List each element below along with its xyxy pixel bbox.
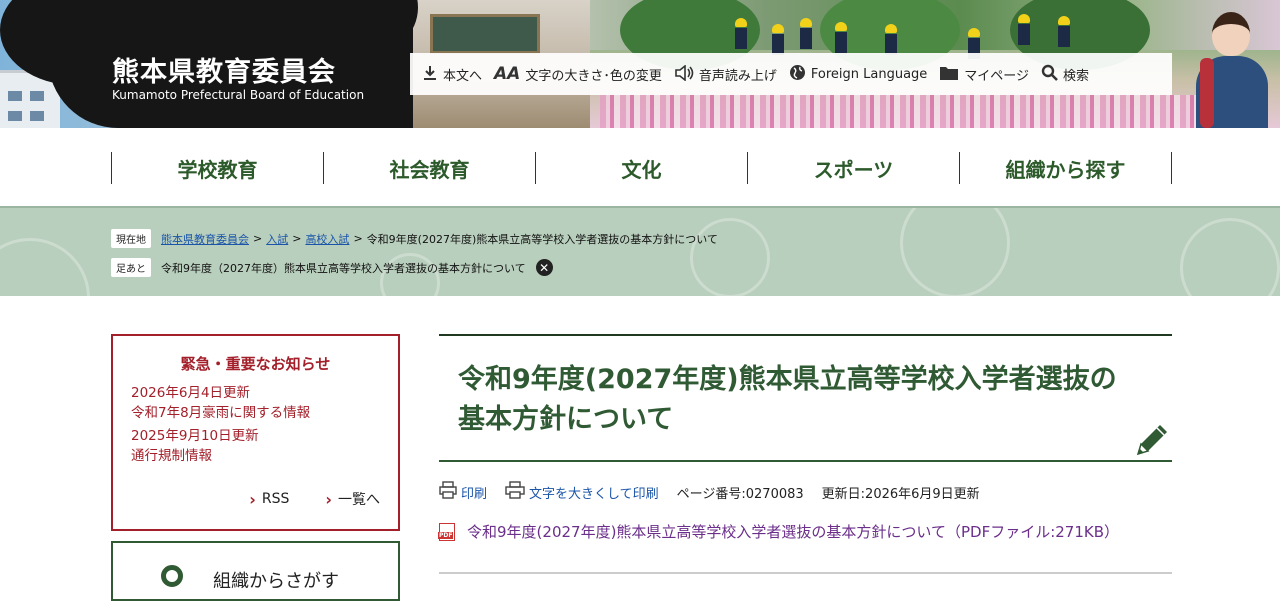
student-figure [772,24,784,55]
notice-text: 通行規制情報 [131,448,212,464]
student-figure [835,22,847,53]
student-figure [800,18,812,49]
breadcrumb-link-high-school-exam[interactable]: 高校入試 [305,231,349,247]
org-search-label: 組織からさがす [213,571,339,592]
read-aloud-link[interactable]: 音声読み上げ [674,63,777,84]
speaker-icon [674,63,694,84]
notice-date: 2025年9月10日更新 [131,428,259,444]
page-title: 令和9年度(2027年度)熊本県立高等学校入学者選抜の基本方針について [458,364,1117,435]
search-link[interactable]: 検索 [1041,64,1089,84]
page-title-box: 令和9年度(2027年度)熊本県立高等学校入学者選抜の基本方針について [439,334,1172,462]
download-icon [422,65,438,84]
divider [439,572,1172,574]
notice-links: › RSS › 一覧へ [249,489,380,509]
nav-search-by-organization[interactable]: 組織から探す [959,152,1172,184]
nav-sports[interactable]: スポーツ [747,152,959,184]
breadcrumb-current: 令和9年度(2027年度)熊本県立高等学校入学者選抜の基本方針について [366,232,718,246]
font-size-color-link[interactable]: AA 文字の大きさ･色の変更 [494,65,662,84]
emergency-notice-box: 緊急・重要なお知らせ 2026年6月4日更新 令和7年8月豪雨に関する情報 20… [111,334,400,531]
chevron-right-icon: › [325,489,332,509]
nav-culture[interactable]: 文化 [535,152,747,184]
pdf-icon [438,522,455,541]
nav-social-education[interactable]: 社会教育 [323,152,535,184]
student-figure [1058,16,1070,47]
printer-icon [439,481,457,503]
breadcrumb-separator: > [353,232,363,245]
breadcrumb-separator: > [292,232,302,245]
utility-label: 検索 [1063,68,1090,84]
search-icon [161,565,183,587]
footprint: 足あと 令和9年度（2027年度）熊本県立高等学校入学者選抜の基本方針について … [111,258,553,277]
search-icon [1041,64,1058,84]
breadcrumb-band: 現在地 熊本県教育委員会 > 入試 > 高校入試 > 令和9年度(2027年度)… [0,206,1280,296]
folder-icon [939,65,959,84]
notice-list-link[interactable]: › 一覧へ [325,489,380,509]
notice-text: 令和7年8月豪雨に関する情報 [131,405,311,421]
utility-label: マイページ [964,68,1030,84]
list-label: 一覧へ [338,492,380,508]
foreign-language-link[interactable]: Foreign Language [789,64,927,84]
site-title[interactable]: 熊本県教育委員会 [112,50,336,89]
pencil-icon [1132,420,1172,460]
cosmos-flowers-image [600,95,1200,128]
print-large-label: 文字を大きくして印刷 [529,486,659,502]
pdf-link[interactable]: 令和9年度(2027年度)熊本県立高等学校入学者選抜の基本方針について（PDFフ… [467,521,1119,542]
decorative-circle [0,238,90,296]
notice-title: 緊急・重要なお知らせ [180,355,331,373]
notice-date: 2026年6月4日更新 [131,385,251,401]
footprint-tag: 足あと [111,258,151,277]
utility-nav: 本文へ AA 文字の大きさ･色の変更 音声読み上げ Foreign Langua… [410,53,1172,95]
breadcrumb-separator: > [253,232,263,245]
breadcrumb: 現在地 熊本県教育委員会 > 入試 > 高校入試 > 令和9年度(2027年度)… [111,229,718,248]
site-header: 熊本県教育委員会 Kumamoto Prefectural Board of E… [0,0,1280,128]
print-link[interactable]: 印刷 [439,481,487,503]
utility-label: Foreign Language [810,66,928,82]
font-size-icon: AA [494,63,521,84]
footprint-item[interactable]: 令和9年度（2027年度）熊本県立高等学校入学者選抜の基本方針について [161,260,526,276]
notice-item[interactable]: 2026年6月4日更新 令和7年8月豪雨に関する情報 [131,383,380,423]
site-subtitle: Kumamoto Prefectural Board of Education [112,88,365,102]
globe-icon [789,64,806,84]
decorative-circle [1180,218,1280,296]
chevron-right-icon: › [249,489,256,509]
page-number: ページ番号:0270083 [676,486,804,502]
student-figure [735,18,747,49]
utility-label: 本文へ [443,68,483,84]
page-meta: 印刷 文字を大きくして印刷 ページ番号:0270083 更新日:2026年6月9… [439,481,980,503]
utility-label: 音声読み上げ [698,68,777,84]
close-icon[interactable]: ✕ [535,259,553,276]
breadcrumb-link-exam[interactable]: 入試 [266,231,288,247]
notice-item[interactable]: 2025年9月10日更新 通行規制情報 [131,426,380,466]
mypage-link[interactable]: マイページ [939,65,1029,84]
rss-link[interactable]: › RSS [249,489,289,509]
printer-icon [505,481,525,503]
blackboard-image [430,14,540,54]
org-search-box[interactable]: 組織からさがす [111,541,400,601]
breadcrumb-link-home[interactable]: 熊本県教育委員会 [161,231,249,247]
pdf-attachment: 令和9年度(2027年度)熊本県立高等学校入学者選抜の基本方針について（PDFフ… [438,521,1119,542]
print-large-link[interactable]: 文字を大きくして印刷 [505,481,659,503]
updated-date: 更新日:2026年6月9日更新 [821,486,980,502]
rss-label: RSS [261,491,290,507]
breadcrumb-tag: 現在地 [111,229,151,248]
global-nav: 学校教育 社会教育 文化 スポーツ 組織から探す [111,152,1172,184]
print-label: 印刷 [461,486,488,502]
nav-school-education[interactable]: 学校教育 [111,152,323,184]
decorative-circle [900,208,1010,296]
girl-photo [1192,6,1272,128]
student-figure [885,24,897,55]
student-figure [1018,14,1030,45]
utility-label: 文字の大きさ･色の変更 [525,68,662,84]
skip-to-content-link[interactable]: 本文へ [422,65,482,84]
